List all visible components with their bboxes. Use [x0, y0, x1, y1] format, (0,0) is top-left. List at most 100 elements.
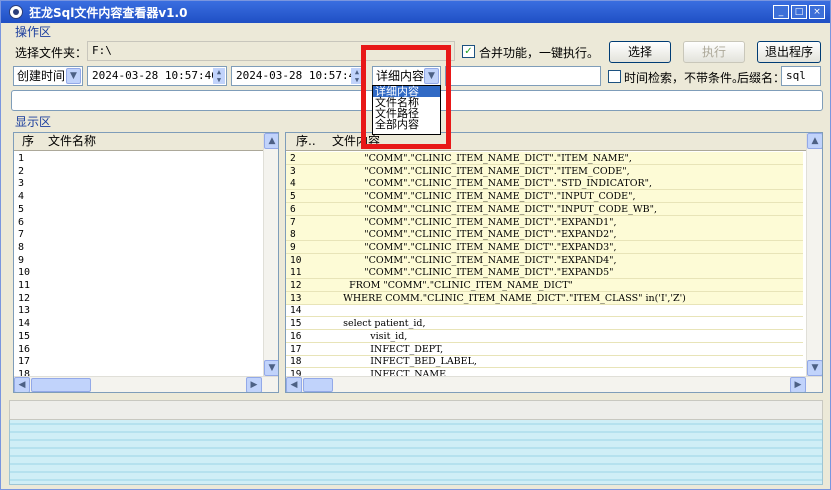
file-list-row-index[interactable]: 7 — [18, 229, 24, 240]
file-list-row-index[interactable]: 1 — [18, 153, 24, 164]
file-list-panel[interactable]: 序 文件名称 1 2 3 4 5 6 7 8 9 10 11 12 13 14 15 16 17 18 ▲ ▼ ◀… — [13, 132, 279, 393]
file-list-row-index[interactable]: 10 — [18, 267, 30, 278]
col-header-index[interactable]: 序 — [22, 133, 34, 150]
merge-checkbox[interactable]: ✓ — [462, 45, 475, 58]
col-header-filename[interactable]: 文件名称 — [48, 133, 96, 150]
code-line-number: 9 — [290, 241, 296, 253]
file-list-row-index[interactable]: 4 — [18, 191, 24, 202]
col-header-line[interactable]: 序.. — [296, 133, 316, 150]
code-row[interactable]: 3 "COMM"."CLINIC_ITEM_NAME_DICT"."ITEM_C… — [286, 164, 803, 178]
file-content-vscroll[interactable]: ▲ ▼ — [806, 133, 822, 376]
suffix-input[interactable]: sql — [781, 66, 821, 86]
code-row[interactable]: 8 "COMM"."CLINIC_ITEM_NAME_DICT"."EXPAND… — [286, 228, 803, 242]
code-row[interactable]: 10 "COMM"."CLINIC_ITEM_NAME_DICT"."EXPAN… — [286, 253, 803, 267]
file-list-row-index[interactable]: 17 — [18, 356, 30, 367]
hscroll-thumb[interactable] — [31, 378, 91, 392]
code-line-text: FROM "COMM"."CLINIC_ITEM_NAME_DICT" — [328, 280, 573, 291]
file-list-row-index[interactable]: 14 — [18, 318, 30, 329]
execute-button[interactable]: 执行 — [683, 41, 745, 63]
exit-button[interactable]: 退出程序 — [757, 41, 821, 63]
code-line-text: select patient_id, — [328, 318, 426, 330]
file-list-header: 序 文件名称 — [14, 133, 263, 151]
code-line-text: visit_id, — [328, 330, 408, 342]
main-window: 狂龙Sql文件内容查看器v1.0 _ □ × 操作区 选择文件夹： F:\ ✓ … — [0, 0, 831, 490]
code-line-text: "COMM"."CLINIC_ITEM_NAME_DICT"."EXPAND4"… — [328, 254, 617, 266]
code-row[interactable]: 15 select patient_id, — [286, 317, 803, 331]
code-line-text: "COMM"."CLINIC_ITEM_NAME_DICT"."EXPAND1"… — [328, 216, 617, 228]
file-list-row-index[interactable]: 6 — [18, 217, 24, 228]
file-content-hscroll[interactable]: ◀ ▶ — [286, 376, 822, 392]
scroll-up-icon[interactable]: ▲ — [264, 133, 278, 149]
code-row[interactable]: 13 WHERE COMM."CLINIC_ITEM_NAME_DICT"."I… — [286, 291, 803, 305]
code-line-text: "COMM"."CLINIC_ITEM_NAME_DICT"."EXPAND2"… — [328, 229, 617, 241]
code-row[interactable]: 7 "COMM"."CLINIC_ITEM_NAME_DICT"."EXPAND… — [286, 215, 803, 229]
code-line-number: 12 — [290, 280, 302, 291]
code-row[interactable]: 6 "COMM"."CLINIC_ITEM_NAME_DICT"."INPUT_… — [286, 202, 803, 216]
code-row[interactable]: 12 FROM "COMM"."CLINIC_ITEM_NAME_DICT" — [286, 279, 803, 292]
file-list-row-index[interactable]: 3 — [18, 178, 24, 189]
file-content-panel[interactable]: 序.. 文件内容 2 "COMM"."CLINIC_ITEM_NAME_DICT… — [285, 132, 823, 393]
code-row[interactable]: 4 "COMM"."CLINIC_ITEM_NAME_DICT"."STD_IN… — [286, 177, 803, 191]
code-row[interactable]: 5 "COMM"."CLINIC_ITEM_NAME_DICT"."INPUT_… — [286, 190, 803, 204]
code-row[interactable]: 17 INFECT_DEPT, — [286, 343, 803, 356]
file-list-row-index[interactable]: 12 — [18, 293, 30, 304]
code-row[interactable]: 11 "COMM"."CLINIC_ITEM_NAME_DICT"."EXPAN… — [286, 266, 803, 280]
code-line-number: 13 — [290, 292, 302, 304]
scroll-down-icon[interactable]: ▼ — [807, 360, 822, 376]
code-line-number: 2 — [290, 153, 296, 164]
code-line-number: 17 — [290, 343, 302, 355]
file-list-row-index[interactable]: 11 — [18, 280, 30, 291]
file-list-hscroll[interactable]: ◀ ▶ — [14, 376, 278, 392]
code-line-text: "COMM"."CLINIC_ITEM_NAME_DICT"."ITEM_NAM… — [328, 153, 632, 164]
file-list-row-index[interactable]: 2 — [18, 166, 24, 177]
code-line-text: WHERE COMM."CLINIC_ITEM_NAME_DICT"."ITEM… — [328, 292, 686, 304]
close-button[interactable]: × — [809, 5, 825, 19]
file-list-row-index[interactable]: 13 — [18, 305, 30, 316]
time-search-checkbox[interactable] — [608, 70, 621, 83]
ops-section-label: 操作区 — [15, 25, 52, 39]
date-type-select[interactable]: 创建时间 ▼ — [13, 66, 83, 86]
code-line-number: 10 — [290, 254, 302, 266]
title-bar[interactable]: 狂龙Sql文件内容查看器v1.0 _ □ × — [1, 1, 830, 23]
window-title: 狂龙Sql文件内容查看器v1.0 — [29, 6, 188, 20]
code-line-number: 4 — [290, 178, 296, 190]
code-line-text: INFECT_BED_LABEL, — [328, 356, 477, 368]
code-row[interactable]: 16 visit_id, — [286, 330, 803, 343]
code-line-text: "COMM"."CLINIC_ITEM_NAME_DICT"."STD_INDI… — [328, 178, 653, 190]
scroll-down-icon[interactable]: ▼ — [264, 360, 278, 376]
folder-label: 选择文件夹： — [15, 46, 88, 60]
code-line-text: "COMM"."CLINIC_ITEM_NAME_DICT"."EXPAND5" — [328, 267, 614, 279]
scroll-right-icon[interactable]: ▶ — [790, 377, 806, 392]
hscroll-thumb[interactable] — [303, 378, 333, 392]
search-input[interactable] — [445, 66, 601, 86]
date-type-value: 创建时间 — [17, 69, 66, 83]
code-line-number: 16 — [290, 330, 302, 342]
code-row[interactable]: 9 "COMM"."CLINIC_ITEM_NAME_DICT"."EXPAND… — [286, 240, 803, 254]
minimize-button[interactable]: _ — [773, 5, 789, 19]
code-line-number: 14 — [290, 305, 302, 317]
date-from-picker[interactable]: 2024-03-28 10:57:46 ▲ ▼ — [87, 66, 227, 86]
file-list-row-index[interactable]: 15 — [18, 331, 30, 342]
spin-updown-icon[interactable]: ▲ ▼ — [213, 68, 225, 84]
code-row[interactable]: 18 INFECT_BED_LABEL, — [286, 355, 803, 369]
code-line-text: "COMM"."CLINIC_ITEM_NAME_DICT"."INPUT_CO… — [328, 203, 657, 215]
chevron-down-icon[interactable]: ▼ — [66, 68, 81, 84]
date-to-picker[interactable]: 2024-03-28 10:57:46 ▲ ▼ — [231, 66, 365, 86]
code-row[interactable]: 14 — [286, 304, 803, 318]
code-line-text: INFECT_DEPT, — [328, 343, 444, 355]
scroll-left-icon[interactable]: ◀ — [286, 377, 302, 392]
scroll-up-icon[interactable]: ▲ — [807, 133, 822, 149]
file-list-row-index[interactable]: 8 — [18, 242, 24, 253]
code-line-number: 5 — [290, 191, 296, 203]
file-list-row-index[interactable]: 9 — [18, 255, 24, 266]
maximize-button[interactable]: □ — [791, 5, 807, 19]
file-list-row-index[interactable]: 16 — [18, 344, 30, 355]
code-line-text: "COMM"."CLINIC_ITEM_NAME_DICT"."EXPAND3"… — [328, 241, 617, 253]
select-button[interactable]: 选择 — [609, 41, 671, 63]
code-line-text: "COMM"."CLINIC_ITEM_NAME_DICT"."INPUT_CO… — [328, 191, 636, 203]
file-list-vscroll[interactable]: ▲ ▼ — [263, 133, 278, 376]
scroll-left-icon[interactable]: ◀ — [14, 377, 30, 392]
file-list-row-index[interactable]: 5 — [18, 204, 24, 215]
code-row[interactable]: 2 "COMM"."CLINIC_ITEM_NAME_DICT"."ITEM_N… — [286, 152, 803, 165]
scroll-right-icon[interactable]: ▶ — [246, 377, 262, 392]
